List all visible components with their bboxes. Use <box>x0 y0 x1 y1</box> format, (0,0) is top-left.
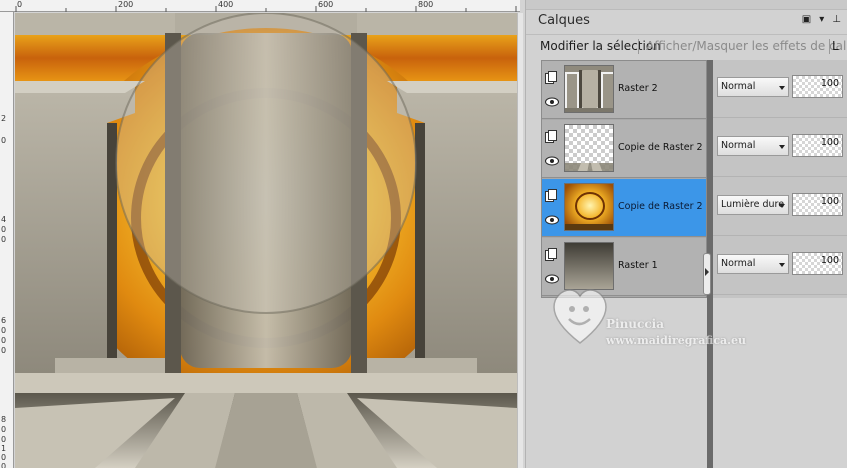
eye-icon[interactable] <box>545 156 559 166</box>
dock-icon[interactable]: ▣ <box>802 14 811 25</box>
image-canvas[interactable] <box>15 13 517 468</box>
panel-divider <box>526 34 847 35</box>
layer-thumbnail <box>564 65 614 113</box>
layer-thumbnail <box>564 242 614 290</box>
layer-row-copie-raster-2[interactable]: Copie de Raster 2 <box>542 120 706 178</box>
blend-mode-select[interactable]: Normal <box>717 77 789 97</box>
layer-thumbnail <box>564 183 614 231</box>
opacity-field[interactable]: 100 <box>792 252 843 275</box>
ruler-label: 6 <box>1 316 7 325</box>
ruler-label: 0 <box>1 136 7 145</box>
panel-title: Calques <box>538 13 590 28</box>
layer-name: Copie de Raster 2 <box>618 201 703 212</box>
canvas-artwork <box>15 13 517 468</box>
layer-props-row: Normal 100 <box>713 60 847 118</box>
layer-name: Copie de Raster 2 <box>618 142 703 153</box>
ruler-label: 1 <box>1 444 7 453</box>
layer-group-icon[interactable] <box>545 248 557 261</box>
dropdown-caret-icon <box>779 204 785 208</box>
dropdown-caret-icon <box>779 86 785 90</box>
menu-arrow-icon[interactable]: ▾ <box>819 14 824 25</box>
layer-thumbnail <box>564 124 614 172</box>
ruler-label: 0 <box>1 235 7 244</box>
ruler-label: 0 <box>1 225 7 234</box>
layer-group-icon[interactable] <box>545 130 557 143</box>
ruler-label: 0 <box>1 336 7 345</box>
layer-row-copie-raster-2-selected[interactable]: Copie de Raster 2 <box>542 179 706 237</box>
opacity-field[interactable]: 100 <box>792 193 843 216</box>
dropdown-caret-icon <box>779 263 785 267</box>
layer-properties: Normal 100 Normal 100 Lumière dure 100 N… <box>713 60 847 298</box>
eye-icon[interactable] <box>545 215 559 225</box>
layers-panel: Calques ▣ ▾ ⊥ Modifier la sélection Affi… <box>525 0 847 468</box>
opacity-field[interactable]: 100 <box>792 134 843 157</box>
layer-group-icon[interactable] <box>545 71 557 84</box>
watermark-site: www.maidiregrafica.eu <box>606 334 747 347</box>
layer-name: Raster 2 <box>618 83 658 94</box>
ruler-label: 0 <box>1 425 7 434</box>
layers-area: Raster 2 Copie de Raster 2 Copie de Rast… <box>541 60 847 468</box>
toggle-layer-effects-button[interactable]: Afficher/Masquer les effets de calque <box>646 39 847 53</box>
truncated-command[interactable]: L <box>832 39 839 53</box>
horizontal-ruler: 0 200 400 600 800 <box>0 0 520 12</box>
ruler-label: 8 <box>1 415 7 424</box>
vertical-ruler: 2 0 4 0 0 6 0 0 0 8 0 0 1 0 0 <box>0 12 14 468</box>
layer-props-row: Normal 100 <box>713 119 847 177</box>
ruler-label: 0 <box>1 326 7 335</box>
canvas-scrollbar[interactable] <box>517 13 523 468</box>
layer-group-icon[interactable] <box>545 189 557 202</box>
eye-icon[interactable] <box>545 274 559 284</box>
watermark: Pinuccia www.maidiregrafica.eu <box>552 287 772 357</box>
ruler-label: 0 <box>1 462 7 468</box>
blend-mode-select[interactable]: Normal <box>717 136 789 156</box>
expand-arrow-icon[interactable] <box>705 268 709 276</box>
layer-row-raster-2[interactable]: Raster 2 <box>542 61 706 119</box>
blend-mode-select[interactable]: Lumière dure <box>717 195 789 215</box>
opacity-field[interactable]: 100 <box>792 75 843 98</box>
blend-mode-select[interactable]: Normal <box>717 254 789 274</box>
ruler-ticks <box>15 6 517 12</box>
layer-props-row: Lumière dure 100 <box>713 178 847 236</box>
panel-top-strip <box>526 0 847 10</box>
command-divider <box>638 39 639 54</box>
eye-icon[interactable] <box>545 97 559 107</box>
panel-controls: ▣ ▾ ⊥ <box>802 14 841 25</box>
command-divider <box>829 39 830 54</box>
ruler-label: 2 <box>1 114 7 123</box>
modify-selection-button[interactable]: Modifier la sélection <box>540 39 661 53</box>
layer-name: Raster 1 <box>618 260 658 271</box>
ruler-label: 4 <box>1 215 7 224</box>
watermark-name: Pinuccia <box>606 317 664 331</box>
ruler-label: 0 <box>1 453 7 462</box>
ruler-label: 0 <box>1 435 7 444</box>
paint-shop-workspace: 0 200 400 600 800 2 0 4 0 0 6 0 0 0 8 0 … <box>0 0 847 468</box>
layers-list: Raster 2 Copie de Raster 2 Copie de Rast… <box>541 60 707 298</box>
heart-logo-icon <box>553 289 607 344</box>
pin-icon[interactable]: ⊥ <box>832 14 841 25</box>
dropdown-caret-icon <box>779 145 785 149</box>
ruler-label: 0 <box>1 346 7 355</box>
